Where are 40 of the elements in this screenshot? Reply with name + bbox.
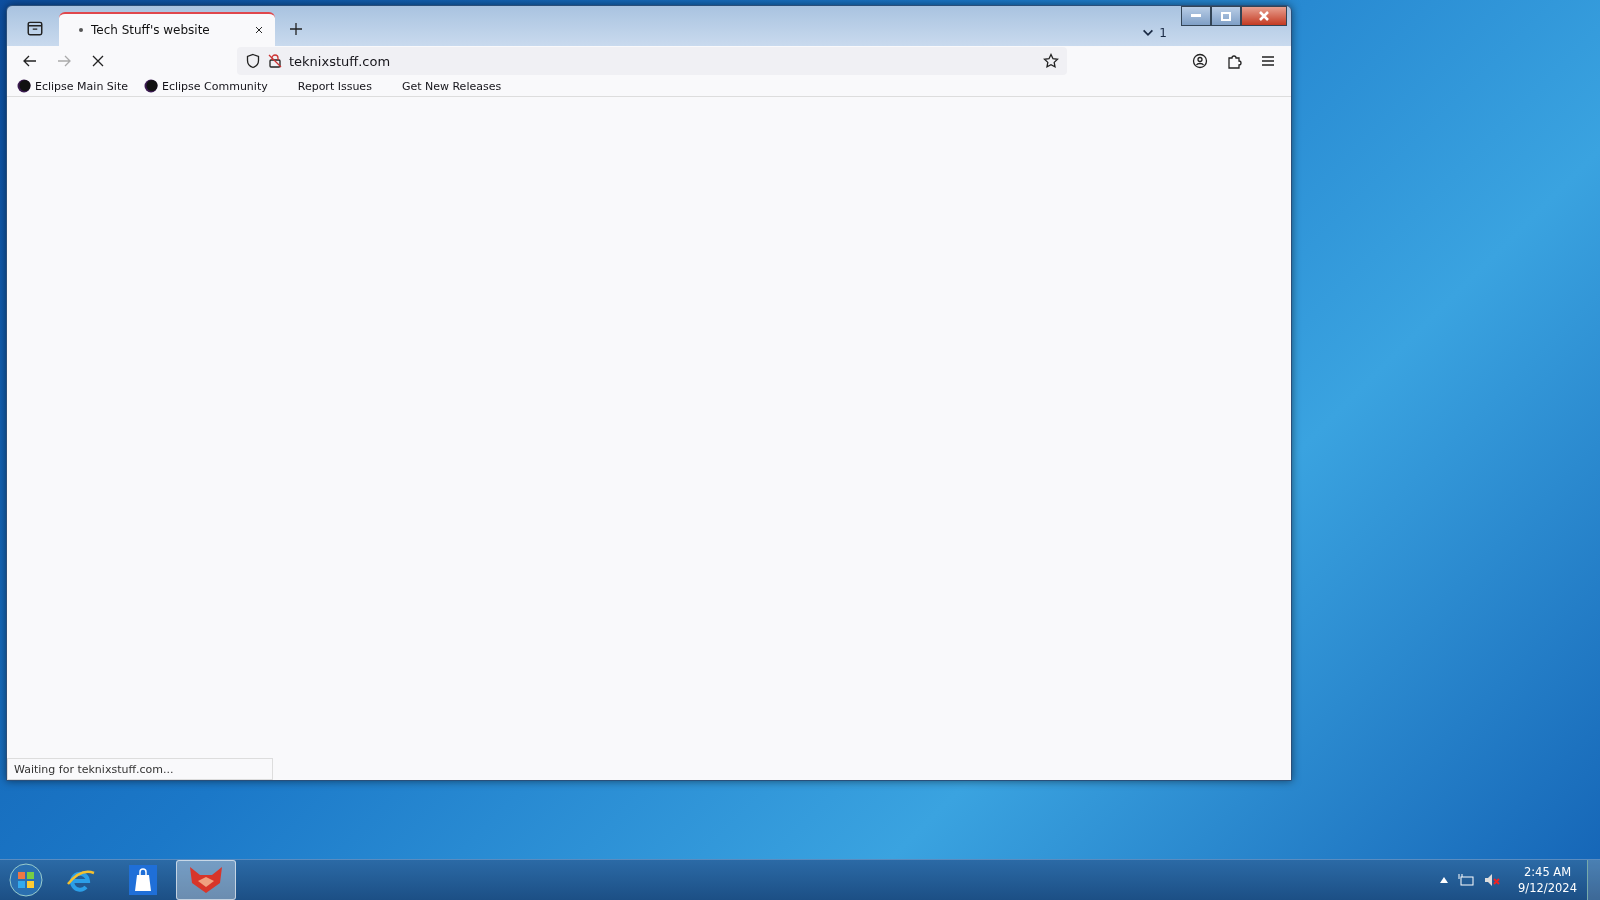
minimize-button[interactable]	[1181, 6, 1211, 26]
network-icon[interactable]	[1458, 873, 1475, 887]
loading-dot-icon	[79, 28, 83, 32]
shield-icon	[245, 53, 261, 69]
status-text: Waiting for teknixstuff.com...	[7, 758, 273, 780]
clock-time: 2:45 AM	[1523, 864, 1572, 880]
start-orb-icon	[9, 863, 43, 897]
minimize-icon	[1191, 14, 1201, 18]
bookmark-link[interactable]: Report Issues	[283, 79, 382, 93]
eclipse-icon	[17, 79, 31, 93]
maximize-button[interactable]	[1211, 6, 1241, 26]
tab-count-button[interactable]: 1	[1141, 26, 1167, 40]
bookmark-link[interactable]: Eclipse Community	[143, 79, 278, 93]
address-bar[interactable]: teknixstuff.com	[237, 47, 1067, 75]
back-arrow-icon	[22, 53, 38, 69]
shopping-bag-icon	[129, 865, 157, 895]
close-button[interactable]	[1241, 6, 1287, 26]
star-icon	[1043, 53, 1059, 69]
forward-arrow-icon	[56, 53, 72, 69]
tray-arrow-icon[interactable]	[1440, 877, 1449, 883]
clock-date: 9/12/2024	[1518, 880, 1577, 896]
maximize-icon	[1221, 11, 1231, 21]
bookmark-link[interactable]: Get New Releases	[387, 79, 512, 93]
fox-icon	[188, 865, 224, 895]
tab-title: Tech Stuff's website	[91, 23, 211, 37]
bookmark-link[interactable]: Eclipse Main Site	[17, 79, 138, 93]
browser-tab[interactable]: Tech Stuff's website	[59, 12, 275, 46]
eclipse-icon	[143, 79, 158, 93]
speaker-muted-icon[interactable]	[1484, 873, 1501, 887]
close-icon	[1259, 11, 1269, 21]
clock[interactable]: 2:45 AM 9/12/2024	[1518, 864, 1577, 896]
url-text: teknixstuff.com	[289, 53, 392, 69]
account-icon	[1192, 53, 1208, 69]
close-icon	[253, 24, 265, 36]
close-icon	[90, 53, 106, 69]
puzzle-icon	[1226, 53, 1242, 69]
tray-icon	[26, 19, 44, 37]
lock-icon	[267, 53, 283, 69]
menu-icon	[1260, 53, 1276, 69]
plus-icon	[288, 21, 304, 37]
